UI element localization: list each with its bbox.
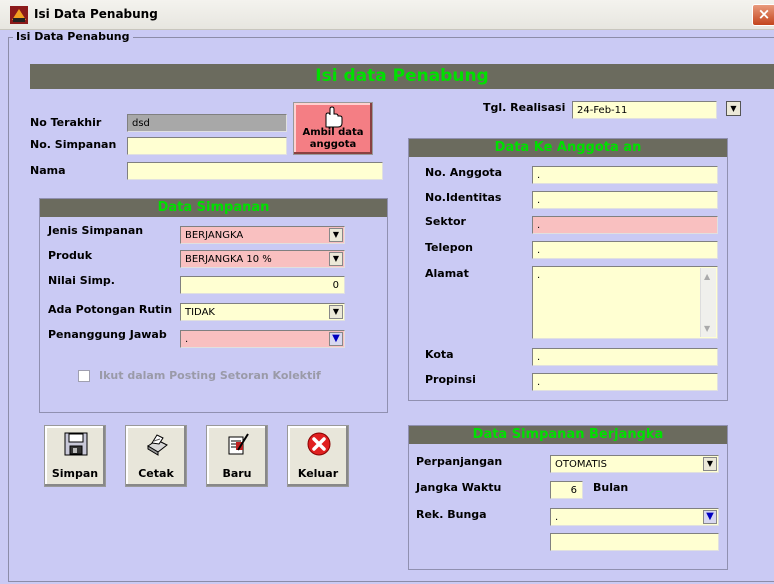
jangka-unit-label: Bulan: [593, 481, 629, 494]
baru-button[interactable]: Baru: [206, 425, 268, 487]
jenis-simpanan-select[interactable]: BERJANGKA ▼: [180, 226, 345, 244]
produk-select[interactable]: BERJANGKA 10 % ▼: [180, 250, 345, 268]
chevron-down-icon[interactable]: ▼: [703, 457, 717, 471]
rek-bunga-select[interactable]: . ▼: [550, 508, 719, 526]
scroll-up-icon[interactable]: ▲: [704, 272, 710, 281]
printer-icon: [147, 434, 168, 456]
sektor-label: Sektor: [425, 215, 466, 228]
baru-label: Baru: [222, 467, 252, 480]
no-terakhir-field[interactable]: dsd: [127, 114, 287, 132]
propinsi-label: Propinsi: [425, 373, 476, 386]
posting-label: Ikut dalam Posting Setoran Kolektif: [99, 369, 321, 382]
tgl-realisasi-label: Tgl. Realisasi: [483, 101, 566, 114]
no-identitas-label: No.Identitas: [425, 191, 502, 204]
simpan-button[interactable]: Simpan: [44, 425, 106, 487]
penanggung-jawab-select[interactable]: . ▼: [180, 330, 345, 348]
no-simpanan-label: No. Simpanan: [30, 138, 117, 151]
alamat-value: .: [537, 270, 541, 281]
chevron-down-icon[interactable]: ▼: [329, 252, 343, 266]
keluar-button[interactable]: Keluar: [287, 425, 349, 487]
perpanjangan-label: Perpanjangan: [416, 455, 503, 468]
page-header: Isi data Penabung: [30, 64, 774, 89]
chevron-down-icon[interactable]: ▼: [329, 332, 343, 346]
frame-label: Isi Data Penabung: [13, 30, 133, 43]
alamat-textarea[interactable]: . ▲ ▼: [532, 266, 718, 339]
nilai-simp-label: Nilai Simp.: [48, 274, 115, 287]
kota-input[interactable]: .: [532, 348, 718, 366]
penanggung-jawab-label: Penanggung Jawab: [48, 328, 167, 341]
title-bar: Isi Data Penabung ×: [0, 0, 774, 30]
simpan-label: Simpan: [51, 467, 99, 480]
nama-input[interactable]: [127, 162, 383, 180]
telepon-label: Telepon: [425, 241, 473, 254]
chevron-down-icon[interactable]: ▼: [329, 228, 343, 242]
nama-label: Nama: [30, 164, 66, 177]
cetak-button[interactable]: Cetak: [125, 425, 187, 487]
no-anggota-label: No. Anggota: [425, 166, 503, 179]
no-simpanan-input[interactable]: [127, 137, 287, 155]
ambil-button-label: Ambil data anggota: [302, 127, 364, 150]
jenis-simpanan-value: BERJANGKA: [185, 230, 244, 241]
no-anggota-input[interactable]: .: [532, 166, 718, 184]
propinsi-input[interactable]: .: [532, 373, 718, 391]
produk-label: Produk: [48, 249, 93, 262]
nilai-simp-input[interactable]: 0: [180, 276, 345, 294]
cetak-label: Cetak: [138, 467, 174, 480]
jangka-waktu-label: Jangka Waktu: [416, 481, 502, 494]
no-identitas-input[interactable]: .: [532, 191, 718, 209]
penanggung-jawab-value: .: [185, 334, 189, 345]
rek-bunga-value: .: [555, 512, 559, 523]
ambil-data-anggota-button[interactable]: Ambil data anggota: [293, 102, 373, 155]
kota-label: Kota: [425, 348, 454, 361]
alamat-label: Alamat: [425, 267, 469, 280]
sektor-input[interactable]: .: [532, 216, 718, 234]
calendar-dropdown-button[interactable]: ▼: [726, 101, 741, 116]
data-berjangka-title: Data Simpanan Berjangka: [409, 426, 727, 444]
produk-value: BERJANGKA 10 %: [185, 254, 272, 265]
data-anggota-title: Data Ke Anggota an: [409, 139, 727, 157]
jangka-waktu-input[interactable]: 6: [550, 481, 583, 499]
window-title: Isi Data Penabung: [34, 7, 158, 21]
potongan-rutin-value: TIDAK: [185, 307, 215, 318]
close-icon: [307, 432, 331, 456]
rek-bunga-extra-input[interactable]: [550, 533, 719, 551]
chevron-down-icon[interactable]: ▼: [329, 305, 343, 319]
chevron-down-icon[interactable]: ▼: [703, 510, 717, 524]
telepon-input[interactable]: .: [532, 241, 718, 259]
hand-pointer-icon: [325, 106, 343, 128]
alamat-scrollbar[interactable]: ▲ ▼: [700, 268, 716, 337]
posting-checkbox[interactable]: [78, 370, 90, 382]
close-button[interactable]: ×: [752, 4, 774, 26]
floppy-disk-icon: [64, 432, 88, 456]
keluar-label: Keluar: [297, 467, 339, 480]
perpanjangan-select[interactable]: OTOMATIS ▼: [550, 455, 719, 473]
jenis-simpanan-label: Jenis Simpanan: [48, 224, 144, 237]
data-simpanan-title: Data Simpanan: [40, 199, 387, 217]
new-document-icon: [228, 433, 249, 455]
potongan-rutin-select[interactable]: TIDAK ▼: [180, 303, 345, 321]
potongan-rutin-label: Ada Potongan Rutin: [48, 303, 173, 316]
perpanjangan-value: OTOMATIS: [555, 459, 607, 470]
rek-bunga-label: Rek. Bunga: [416, 508, 487, 521]
no-terakhir-label: No Terakhir: [30, 116, 102, 129]
app-icon: [10, 6, 28, 24]
scroll-down-icon[interactable]: ▼: [704, 324, 710, 333]
tgl-realisasi-input[interactable]: 24-Feb-11: [572, 101, 717, 119]
